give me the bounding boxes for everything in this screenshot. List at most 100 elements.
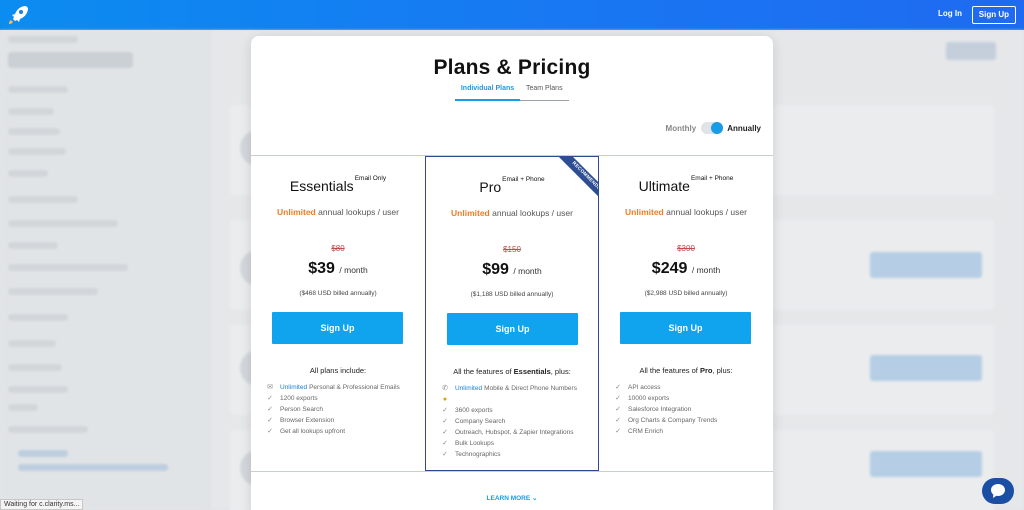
- billed-annually-note: ($2,988 USD billed annually): [644, 290, 728, 297]
- plan-name: EssentialsEmail Only: [251, 175, 425, 194]
- feature-text: Technographics: [455, 451, 501, 458]
- check-icon: ✓: [442, 451, 448, 458]
- browser-status-bar: Waiting for c.clarity.ms...: [0, 499, 84, 510]
- feature-text: CRM Enrich: [628, 428, 664, 435]
- features-heading: All plans include:: [309, 366, 367, 375]
- lookups-text: annual lookups / user: [666, 207, 747, 217]
- plan-lookups: Unlimited annual lookups / user: [599, 207, 773, 217]
- features-heading-plan: Pro: [699, 366, 713, 375]
- plan-lookups: Unlimited annual lookups / user: [251, 207, 425, 217]
- feature-text: Bulk Lookups: [455, 440, 495, 447]
- check-icon: ✓: [615, 406, 621, 413]
- check-icon: ✓: [267, 395, 273, 402]
- billing-toggle-switch[interactable]: [701, 122, 724, 134]
- plan-price: $99 / month: [426, 261, 598, 279]
- check-icon: ✓: [615, 384, 621, 391]
- feature-text: 10000 exports: [628, 395, 670, 402]
- price-amount: $99: [482, 261, 509, 278]
- lookups-highlight: Unlimited: [277, 207, 316, 217]
- chat-icon: [991, 484, 1005, 498]
- feature-text: API access: [628, 384, 661, 391]
- billing-period-toggle: Monthly Annually: [666, 122, 761, 134]
- tab-individual-plans[interactable]: Individual Plans: [455, 85, 520, 101]
- monthly-label[interactable]: Monthly: [666, 124, 697, 133]
- feature-list: ✓ API access ✓ 10000 exports ✓ Salesforce I…: [613, 382, 773, 437]
- price-amount: $39: [308, 260, 335, 277]
- feature-highlight: Unlimited: [280, 384, 308, 391]
- list-item: ✆ Unlimited Mobile & Direct Phone Numbers: [440, 383, 600, 394]
- check-icon: ✓: [267, 428, 273, 435]
- pro-sign-up-button[interactable]: Sign Up: [447, 313, 578, 345]
- features-heading: All the features of Essentials, plus:: [426, 367, 598, 376]
- original-price: $300: [677, 244, 695, 253]
- features-heading-plan: Essentials: [513, 367, 551, 376]
- list-item: ✉ Unlimited Personal & Professional Emails: [265, 382, 425, 393]
- chat-widget-button[interactable]: [982, 478, 1014, 504]
- plan-tag: Email + Phone: [502, 176, 545, 183]
- billed-annually-note: ($1,188 USD billed annually): [470, 291, 554, 298]
- feature-text: Company Search: [455, 418, 506, 425]
- plan-title: Pro: [479, 179, 502, 195]
- feature-text: Get all lookups upfront: [280, 428, 346, 435]
- top-navbar: Log In Sign Up: [0, 0, 1024, 30]
- feature-text: Mobile & Direct Phone Numbers: [484, 385, 577, 392]
- plan-title: Essentials: [289, 178, 354, 194]
- original-price: $150: [503, 245, 521, 254]
- billed-annually-note: ($468 USD billed annually): [299, 290, 377, 297]
- list-item: ✓ 1200 exports: [265, 393, 425, 404]
- feature-list: ✆ Unlimited Mobile & Direct Phone Numbers …: [440, 383, 600, 460]
- feature-text: 3600 exports: [455, 407, 493, 414]
- rocket-logo-icon[interactable]: [6, 3, 30, 27]
- check-icon: ✓: [442, 418, 448, 425]
- original-price: $80: [331, 244, 345, 253]
- list-item: ✓ Person Search: [265, 404, 425, 415]
- ultimate-sign-up-button[interactable]: Sign Up: [620, 312, 751, 344]
- plan-price: $39 / month: [251, 260, 425, 278]
- feature-text: Salesforce Integration: [628, 406, 692, 413]
- signup-button[interactable]: Sign Up: [971, 6, 1016, 24]
- plan-type-tabs: Individual Plans Team Plans: [455, 83, 569, 101]
- emoji-icon: ●: [442, 396, 448, 403]
- lookups-text: annual lookups / user: [492, 208, 573, 218]
- list-item: ✓ 10000 exports: [613, 393, 773, 404]
- lookups-text: annual lookups / user: [318, 207, 399, 217]
- plan-card-ultimate: UltimateEmail + Phone Unlimited annual l…: [599, 156, 773, 471]
- list-item: ✓ Org Charts & Company Trends: [613, 415, 773, 426]
- essentials-sign-up-button[interactable]: Sign Up: [272, 312, 403, 344]
- price-period: / month: [339, 265, 368, 275]
- learn-more-label: LEARN MORE: [486, 495, 531, 502]
- plan-card-pro: RECOMMENDED ProEmail + Phone Unlimited a…: [425, 156, 599, 471]
- toggle-knob: [711, 122, 724, 134]
- tab-team-plans[interactable]: Team Plans: [526, 85, 563, 92]
- plan-name: UltimateEmail + Phone: [599, 175, 773, 194]
- plan-tag: Email + Phone: [690, 175, 734, 182]
- features-heading-post: , plus:: [550, 367, 571, 376]
- check-icon: ✓: [267, 417, 273, 424]
- plan-lookups: Unlimited annual lookups / user: [426, 208, 598, 218]
- feature-text: Person Search: [280, 406, 323, 413]
- modal-title: Plans & Pricing: [433, 56, 591, 79]
- feature-list: ✉ Unlimited Personal & Professional Emails…: [265, 382, 425, 437]
- list-item: ✓ Salesforce Integration: [613, 404, 773, 415]
- list-item: ✓ Browser Extension: [265, 415, 425, 426]
- list-item: ●: [440, 394, 600, 405]
- login-link[interactable]: Log In: [938, 9, 962, 18]
- list-item: ✓ CRM Enrich: [613, 426, 773, 437]
- plan-tag: Email Only: [354, 175, 387, 182]
- list-item: ✓ 3600 exports: [440, 405, 600, 416]
- feature-text: Browser Extension: [280, 417, 335, 424]
- chevron-down-icon: ⌄: [532, 495, 538, 502]
- lookups-highlight: Unlimited: [625, 207, 664, 217]
- check-icon: ✓: [267, 406, 273, 413]
- divider: [251, 471, 773, 472]
- check-icon: ✓: [442, 440, 448, 447]
- feature-highlight: Unlimited: [455, 385, 483, 392]
- annually-label[interactable]: Annually: [727, 124, 761, 133]
- plan-title: Ultimate: [638, 178, 690, 194]
- learn-more-link[interactable]: LEARN MORE ⌄: [251, 494, 773, 502]
- email-icon: ✉: [267, 384, 273, 391]
- check-icon: ✓: [442, 407, 448, 414]
- price-period: / month: [691, 265, 721, 275]
- features-heading-pre: All the features of: [453, 367, 514, 376]
- list-item: ✓ Company Search: [440, 416, 600, 427]
